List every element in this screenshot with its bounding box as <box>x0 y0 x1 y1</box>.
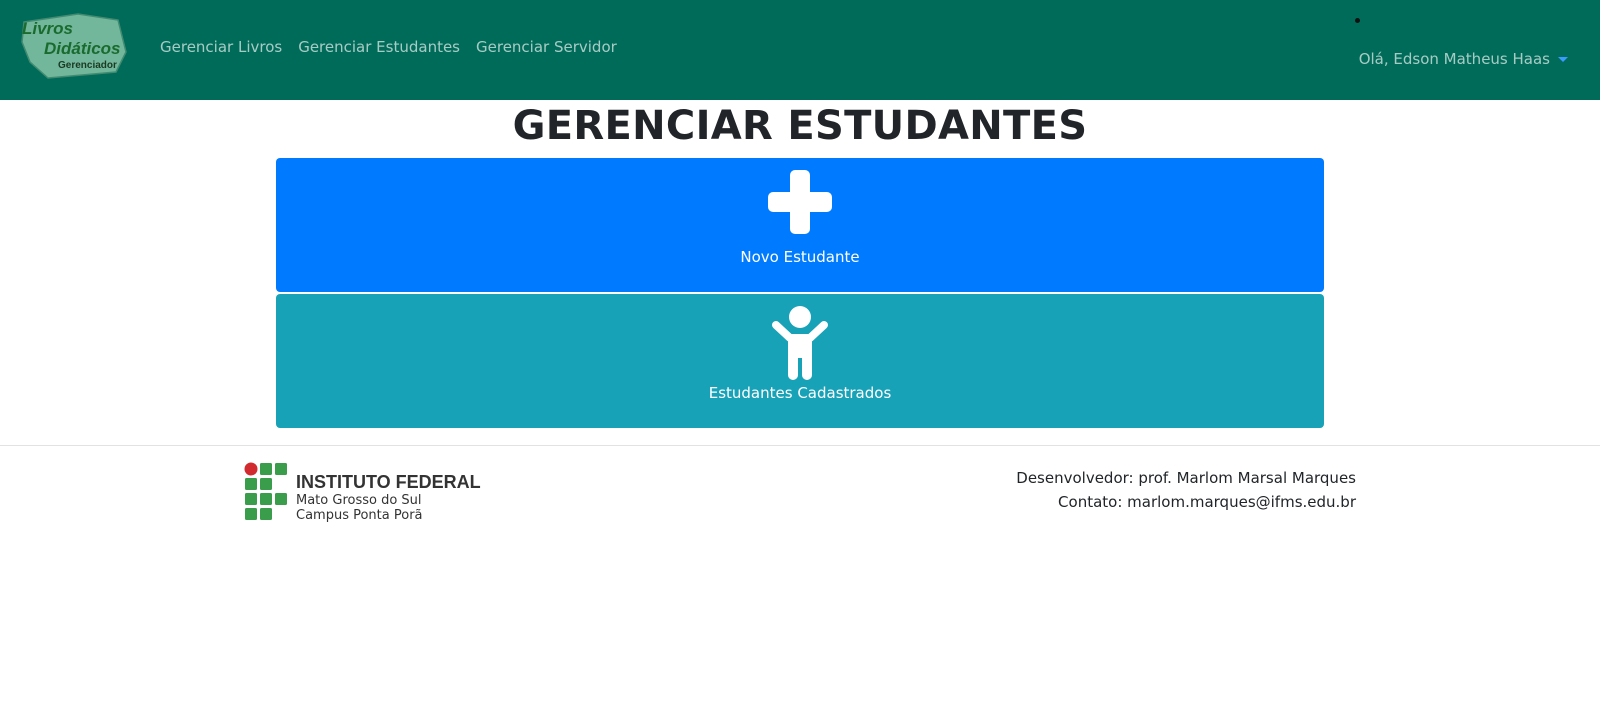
if-grid-icon <box>244 462 287 520</box>
registered-students-button[interactable]: Estudantes Cadastrados <box>276 294 1324 428</box>
new-student-label: Novo Estudante <box>740 248 860 266</box>
contact-info: Contato: marlom.marques@ifms.edu.br <box>1058 493 1356 511</box>
if-state: Mato Grosso do Sul <box>296 493 422 508</box>
if-campus: Campus Ponta Porã <box>296 508 423 523</box>
footer-divider <box>0 445 1600 446</box>
nav-dot <box>1355 18 1360 23</box>
child-icon <box>772 306 828 380</box>
developer-credit: Desenvolvedor: prof. Marlom Marsal Marqu… <box>1016 469 1356 487</box>
page-title: GERENCIAR ESTUDANTES <box>512 103 1088 149</box>
new-student-button[interactable]: Novo Estudante <box>276 158 1324 292</box>
plus-icon <box>768 170 832 234</box>
brand-logo[interactable]: Livros Didáticos Gerenciador <box>18 12 130 80</box>
nav-gerenciar-estudantes[interactable]: Gerenciar Estudantes <box>298 38 460 56</box>
user-menu-dropdown[interactable]: Olá, Edson Matheus Haas <box>1359 50 1568 68</box>
footer-credits: Desenvolvedor: prof. Marlom Marsal Marqu… <box>1016 466 1356 514</box>
logo-line1: Livros <box>22 19 73 38</box>
navbar: Livros Didáticos Gerenciador Gerenciar L… <box>0 0 1600 100</box>
nav-gerenciar-servidor[interactable]: Gerenciar Servidor <box>476 38 617 56</box>
registered-students-label: Estudantes Cadastrados <box>708 384 892 402</box>
main-nav: Gerenciar Livros Gerenciar Estudantes Ge… <box>160 38 617 56</box>
instituto-federal-logo: INSTITUTO FEDERAL Mato Grosso do Sul Cam… <box>244 462 484 526</box>
logo-line2: Didáticos <box>44 39 121 58</box>
user-greeting: Olá, Edson Matheus Haas <box>1358 50 1550 68</box>
nav-gerenciar-livros[interactable]: Gerenciar Livros <box>160 38 282 56</box>
map-icon: Livros Didáticos Gerenciador <box>21 13 127 79</box>
logo-line3: Gerenciador <box>58 60 117 71</box>
caret-down-icon <box>1558 57 1568 62</box>
if-name: INSTITUTO FEDERAL <box>296 472 481 492</box>
